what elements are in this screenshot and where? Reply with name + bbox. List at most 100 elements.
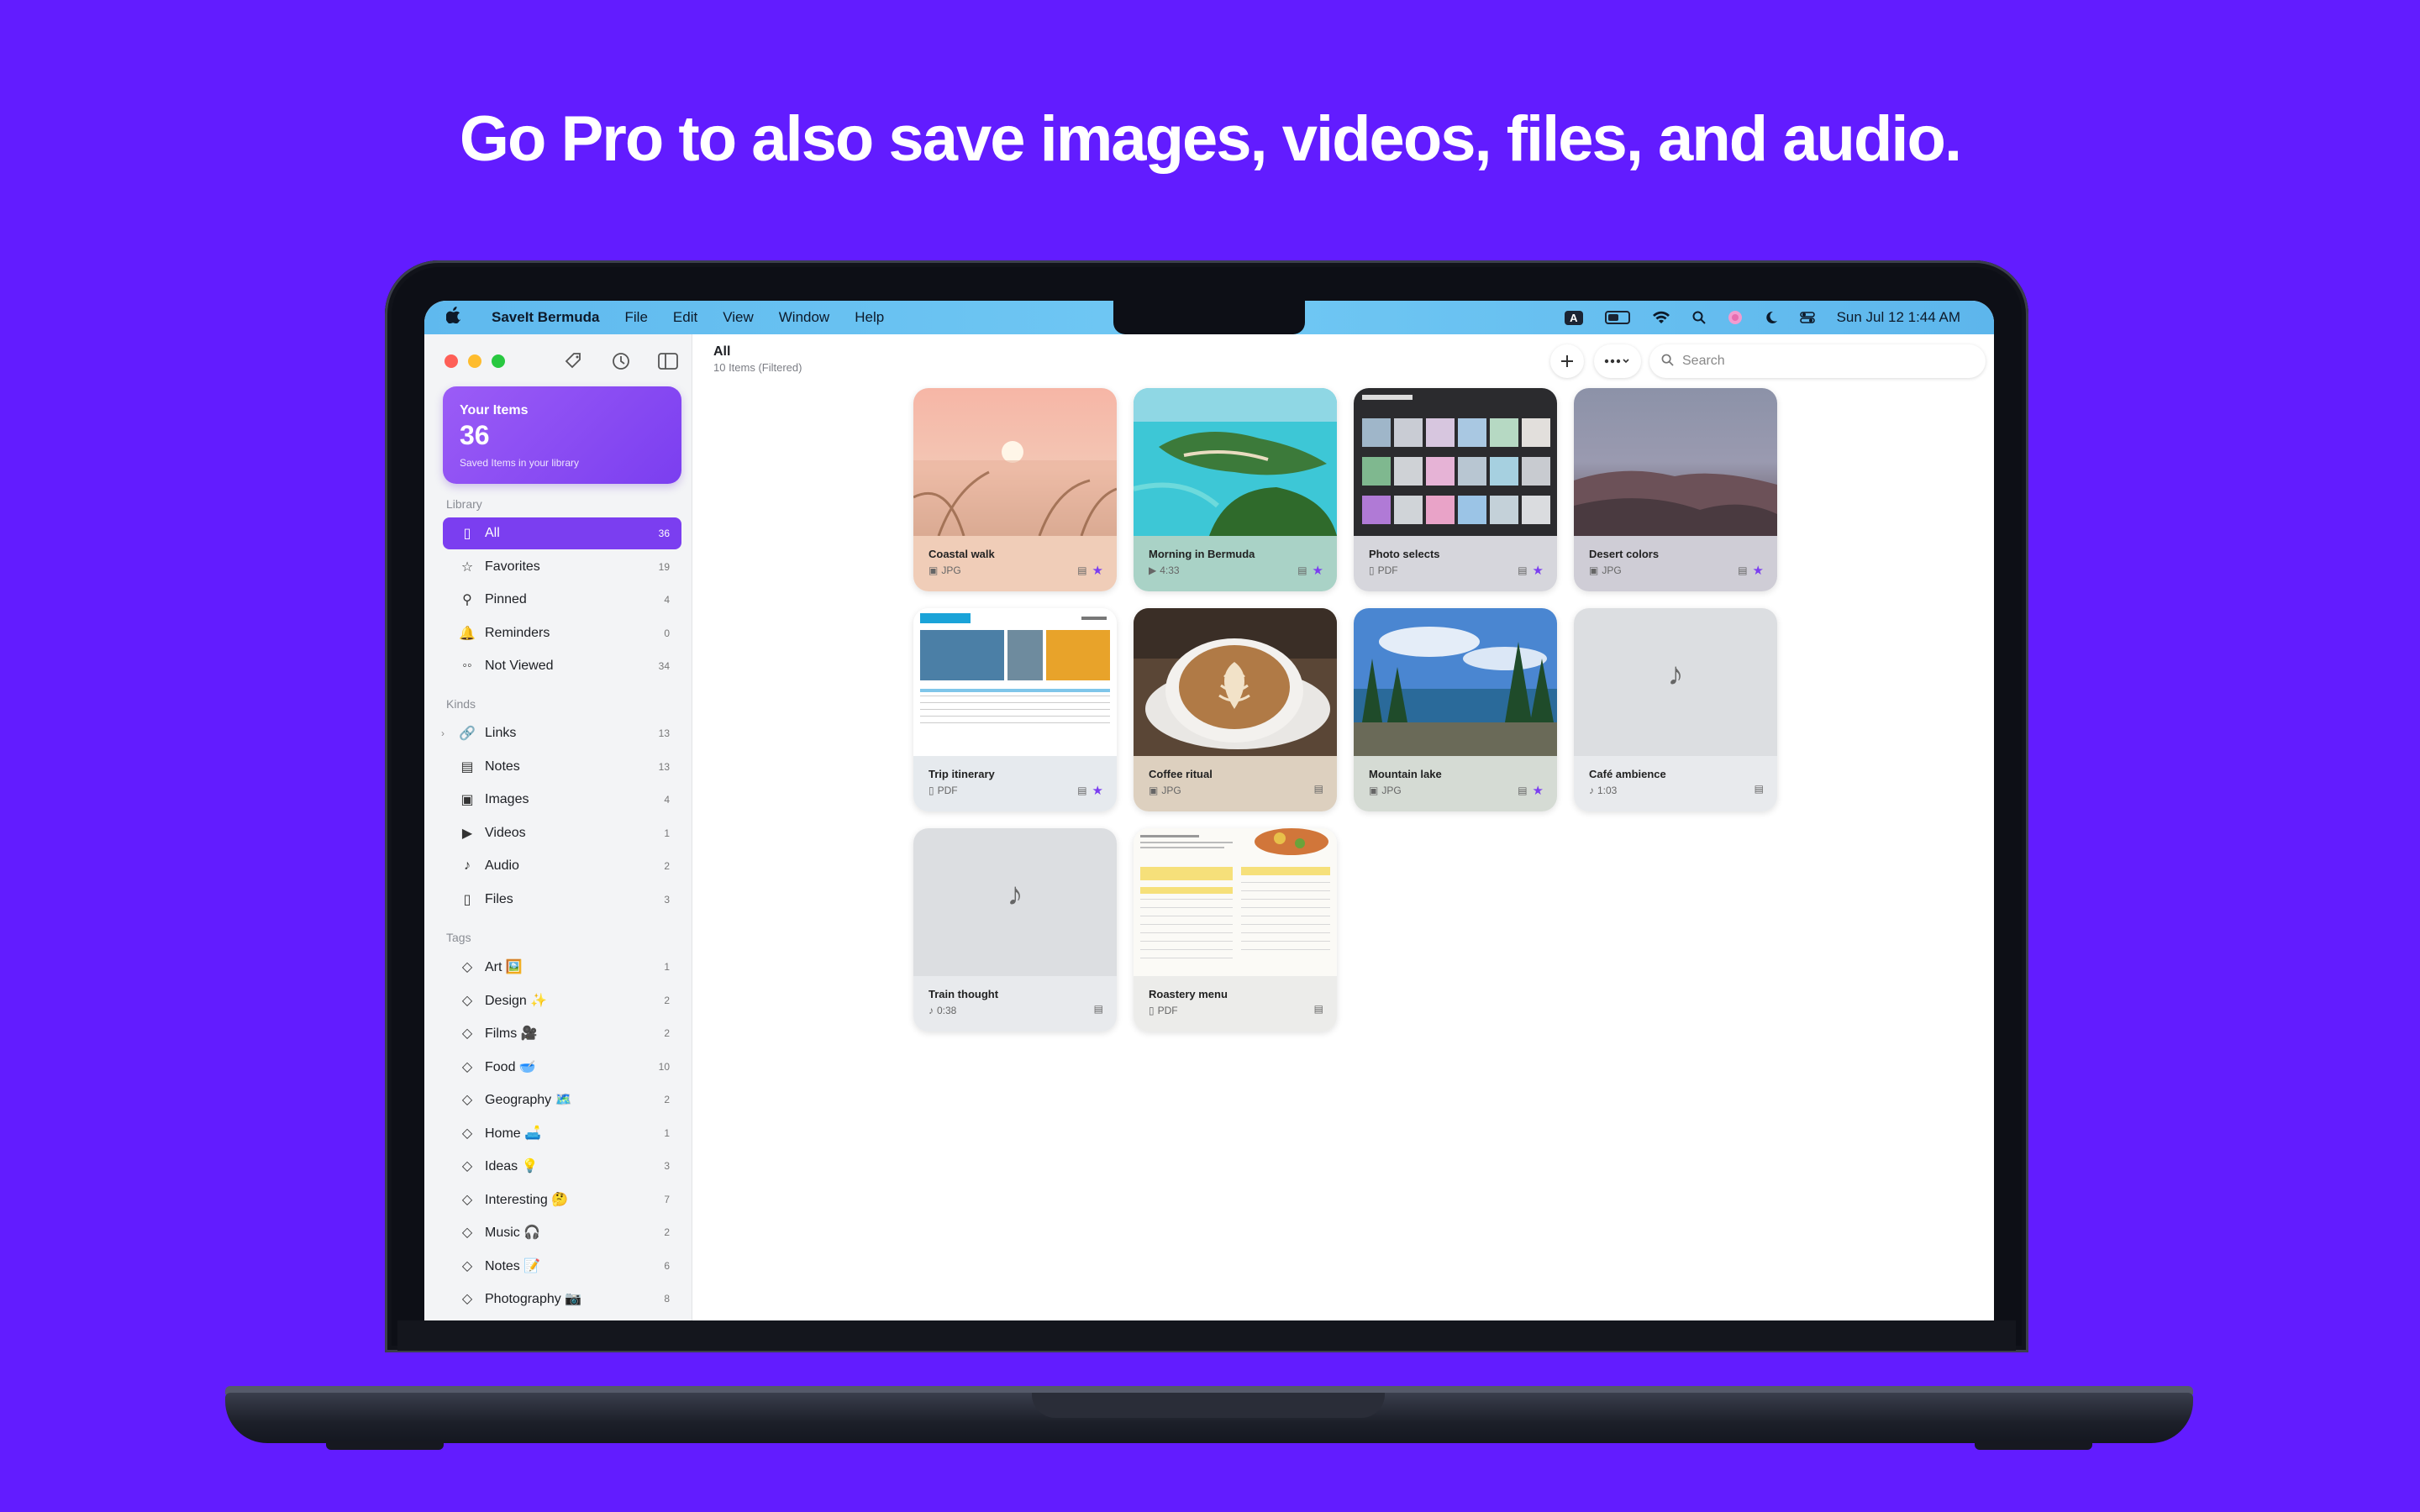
star-icon[interactable]: ★ (1092, 563, 1103, 578)
activity-icon[interactable] (609, 349, 633, 373)
spotlight-icon[interactable] (1692, 311, 1706, 324)
item-card[interactable]: Coastal walk ▣ JPG ▤ ★ (913, 388, 1117, 591)
sidebar-kind-files[interactable]: ▯ Files 3 (443, 884, 681, 916)
control-center-icon[interactable] (1799, 311, 1815, 324)
summary-subtitle: Saved Items in your library (460, 457, 580, 469)
sidebar-tag-ideas[interactable]: ◇ Ideas 💡 3 (443, 1150, 681, 1182)
note-icon[interactable]: ▤ (1314, 783, 1323, 795)
note-icon[interactable]: ▤ (1518, 785, 1527, 796)
sidebar-item-reminders[interactable]: 🔔 Reminders 0 (443, 617, 681, 649)
sidebar-tag-home[interactable]: ◇ Home 🛋️ 1 (443, 1117, 681, 1149)
sidebar-tag-interesting[interactable]: ◇ Interesting 🤔 7 (443, 1184, 681, 1215)
sidebar-tag-films[interactable]: ◇ Films 🎥 2 (443, 1017, 681, 1049)
sidebar-item-not[interactable]: ◦◦ Not Viewed 34 (443, 650, 681, 682)
note-icon[interactable]: ▤ (1314, 1003, 1323, 1015)
menu-help[interactable]: Help (855, 309, 884, 326)
sidebar-kind-videos[interactable]: ▶ Videos 1 (443, 817, 681, 849)
sidebar-tag-music[interactable]: ◇ Music 🎧 2 (443, 1216, 681, 1248)
tag-filter-icon[interactable] (562, 349, 586, 373)
chevron-right-icon[interactable]: › (441, 727, 445, 739)
input-source-icon[interactable]: A (1565, 310, 1583, 325)
sidebar-tag-count: 8 (664, 1293, 670, 1305)
sidebar-kind-count: 13 (658, 727, 670, 739)
star-icon[interactable]: ★ (1533, 563, 1544, 578)
tag-icon: ◇ (461, 960, 473, 974)
search-field[interactable]: Search (1649, 344, 1986, 378)
tag-icon: ◇ (461, 1159, 473, 1173)
minimize-button[interactable] (468, 354, 481, 368)
note-icon[interactable]: ▤ (1094, 1003, 1103, 1015)
menu-file[interactable]: File (625, 309, 648, 326)
close-button[interactable] (445, 354, 458, 368)
sidebar-tag-geography[interactable]: ◇ Geography 🗺️ 2 (443, 1084, 681, 1116)
sidebar-tag-count: 1 (664, 961, 670, 973)
sidebar-tag-notes[interactable]: ◇ Notes 📝 6 (443, 1250, 681, 1282)
item-meta: ♪ 0:38 (929, 1005, 956, 1016)
sidebar-toggle-icon[interactable] (656, 349, 680, 373)
file-icon: ▯ (1149, 1005, 1155, 1016)
sidebar-item-all[interactable]: ▯ All 36 (443, 517, 681, 549)
sidebar-tag-label: Music 🎧 (485, 1226, 541, 1240)
note-icon[interactable]: ▤ (1754, 783, 1764, 795)
wifi-icon[interactable] (1652, 311, 1670, 324)
note-icon[interactable]: ▤ (1518, 564, 1527, 576)
star-icon[interactable]: ★ (1092, 783, 1103, 798)
item-duration: 1:03 (1597, 785, 1618, 796)
item-format: JPG (941, 564, 961, 576)
zoom-button[interactable] (492, 354, 505, 368)
add-button[interactable] (1550, 344, 1584, 378)
item-card[interactable]: Trip itinerary ▯ PDF ▤ ★ (913, 608, 1117, 811)
sidebar-tag-label: Notes 📝 (485, 1258, 541, 1273)
summary-card[interactable]: Your Items 36 Saved Items in your librar… (443, 386, 681, 484)
item-card[interactable]: Desert colors ▣ JPG ▤ ★ (1574, 388, 1777, 591)
section-kinds: Kinds (446, 697, 476, 711)
tag-icon: ◇ (461, 1292, 473, 1306)
item-format: PDF (1377, 564, 1398, 576)
note-icon[interactable]: ▤ (1077, 785, 1086, 796)
menu-edit[interactable]: Edit (673, 309, 697, 326)
star-icon[interactable]: ★ (1313, 563, 1323, 578)
menu-clock[interactable]: Sun Jul 12 1:44 AM (1837, 309, 1960, 326)
siri-icon[interactable] (1728, 310, 1743, 325)
sidebar-kind-notes[interactable]: ▤ Notes 13 (443, 751, 681, 783)
item-card[interactable]: Roastery menu ▯ PDF ▤ (1134, 828, 1337, 1032)
note-icon[interactable]: ▤ (1297, 564, 1307, 576)
note-icon[interactable]: ▤ (1738, 564, 1747, 576)
sidebar-kind-images[interactable]: ▣ Images 4 (443, 784, 681, 816)
sidebar-tag-count: 7 (664, 1193, 670, 1205)
star-icon[interactable]: ★ (1533, 783, 1544, 798)
promo-headline: Go Pro to also save images, videos, file… (459, 103, 1962, 175)
more-menu-button[interactable] (1594, 344, 1641, 378)
sidebar-item-label: Not Viewed (485, 659, 554, 673)
sidebar-kind-audio[interactable]: ♪ Audio 2 (443, 850, 681, 882)
item-footer: Coffee ritual ▣ JPG ▤ (1134, 756, 1337, 811)
sidebar-tag-food[interactable]: ◇ Food 🥣 10 (443, 1051, 681, 1083)
focus-moon-icon[interactable] (1765, 311, 1778, 324)
item-card[interactable]: Morning in Bermuda ▶ 4:33 ▤ ★ (1134, 388, 1337, 591)
item-meta: ♪ 1:03 (1589, 785, 1617, 796)
sidebar-item-favorites[interactable]: ☆ Favorites 19 (443, 551, 681, 583)
menu-app-name[interactable]: SaveIt Bermuda (492, 309, 600, 326)
item-name: Photo selects (1369, 548, 1440, 560)
sidebar-item-pinned[interactable]: ⚲ Pinned 4 (443, 584, 681, 616)
sidebar-tag-photography[interactable]: ◇ Photography 📷 8 (443, 1283, 681, 1315)
sidebar-tag-label: Home 🛋️ (485, 1126, 542, 1141)
item-card[interactable]: ♪ Train thought ♪ 0:38 ▤ (913, 828, 1117, 1032)
menu-view[interactable]: View (723, 309, 754, 326)
note-icon[interactable]: ▤ (1077, 564, 1086, 576)
star-icon[interactable]: ★ (1753, 563, 1764, 578)
sidebar-kind-links[interactable]: › 🔗 Links 13 (441, 717, 681, 749)
item-footer: Photo selects ▯ PDF ▤ ★ (1354, 536, 1557, 591)
apple-icon[interactable] (445, 307, 465, 328)
menu-window[interactable]: Window (779, 309, 829, 326)
item-card[interactable]: Coffee ritual ▣ JPG ▤ (1134, 608, 1337, 811)
sidebar-kind-label: Videos (485, 825, 526, 840)
sidebar-tag-art[interactable]: ◇ Art 🖼️ 1 (443, 951, 681, 983)
battery-icon[interactable] (1604, 311, 1630, 324)
menu-bar: SaveIt Bermuda File Edit View Window Hel… (424, 301, 1994, 334)
sidebar-tag-design[interactable]: ◇ Design ✨ 2 (443, 984, 681, 1016)
item-card[interactable]: Mountain lake ▣ JPG ▤ ★ (1354, 608, 1557, 811)
item-card[interactable]: Photo selects ▯ PDF ▤ ★ (1354, 388, 1557, 591)
item-card[interactable]: ♪ Café ambience ♪ 1:03 ▤ (1574, 608, 1777, 811)
item-thumbnail (1354, 608, 1557, 756)
